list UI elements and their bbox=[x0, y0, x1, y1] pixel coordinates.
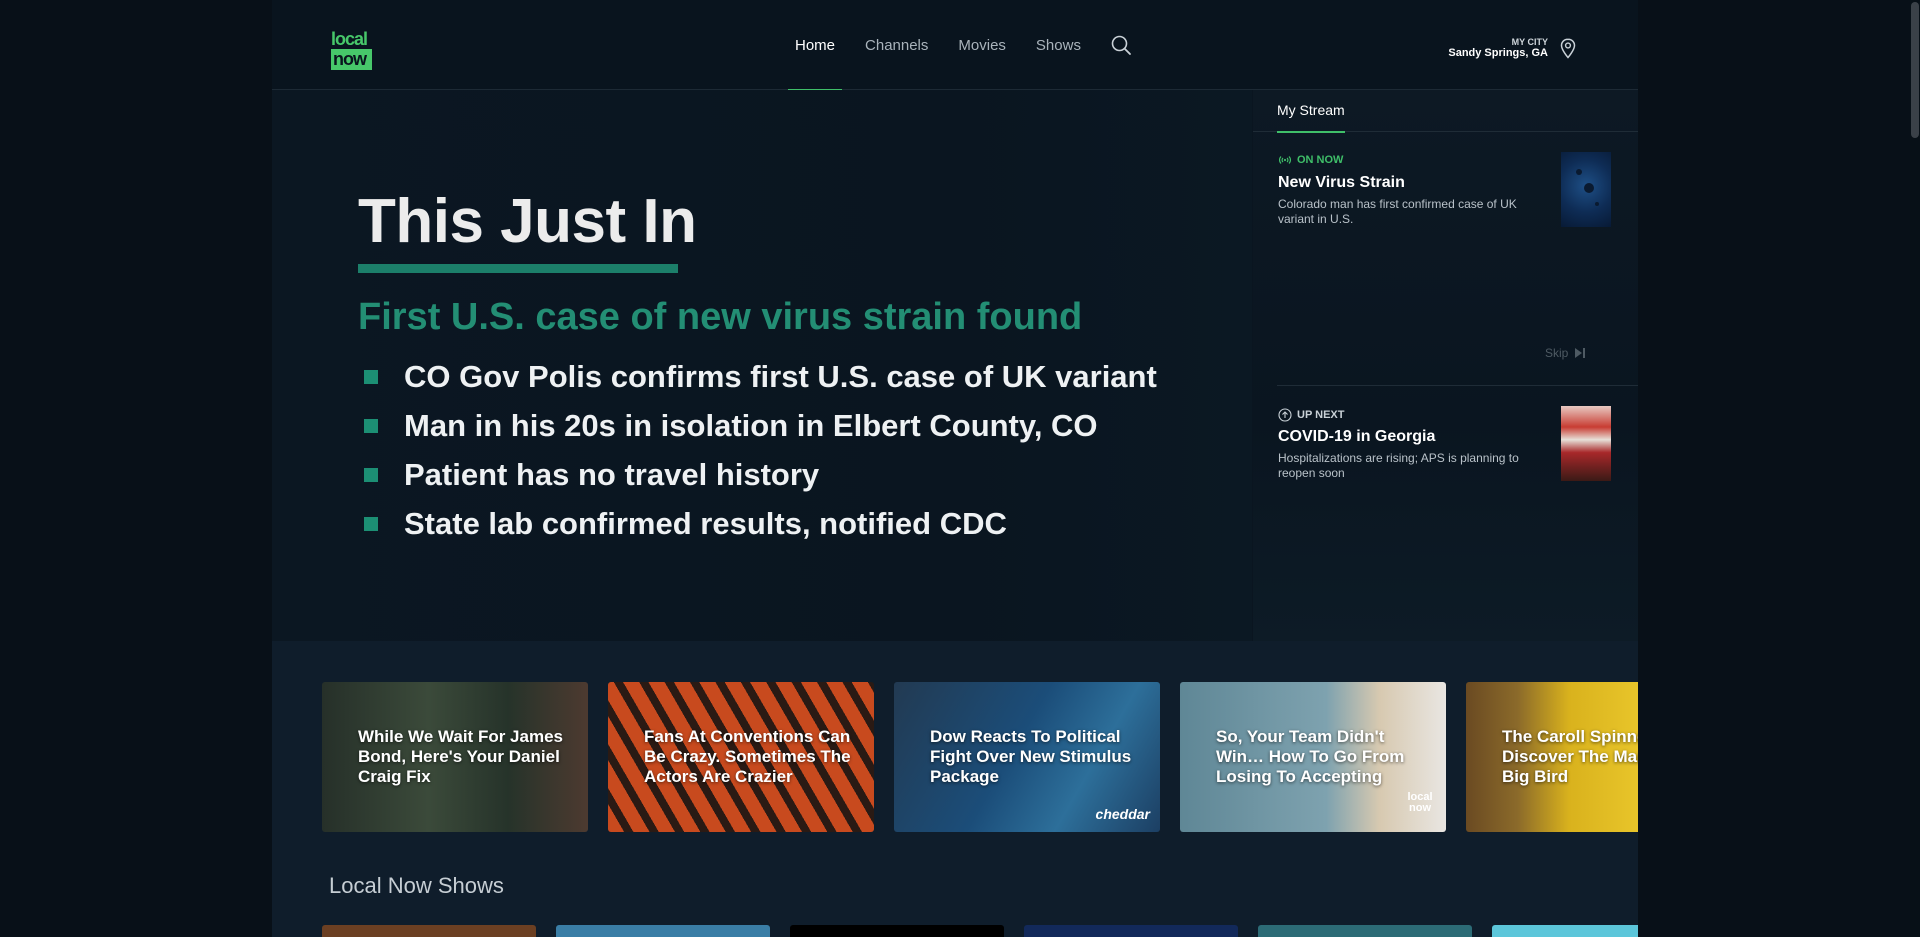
skip-button[interactable]: Skip bbox=[1545, 346, 1586, 360]
bullet-square-icon bbox=[364, 516, 378, 531]
show-card[interactable] bbox=[1492, 925, 1638, 937]
search-icon[interactable] bbox=[1110, 34, 1132, 56]
nav-movies[interactable]: Movies bbox=[951, 0, 1013, 90]
skip-label: Skip bbox=[1545, 346, 1569, 360]
logo-text-top: local bbox=[331, 29, 368, 49]
show-card[interactable] bbox=[1024, 925, 1238, 937]
city-name: Sandy Springs, GA bbox=[1448, 47, 1548, 59]
page: local now Home Channels Movies Shows MY … bbox=[272, 0, 1638, 937]
stream-thumbnail bbox=[1561, 406, 1611, 481]
promo-card[interactable]: Fans At Conventions Can Be Crazy. Someti… bbox=[608, 682, 874, 832]
hero-bullet: CO Gov Polis confirms first U.S. case of… bbox=[358, 352, 1157, 401]
show-card[interactable] bbox=[322, 925, 536, 937]
promo-title: So, Your Team Didn't Win… How To Go From… bbox=[1216, 727, 1405, 786]
skip-next-icon bbox=[1575, 348, 1586, 358]
tab-my-stream[interactable]: My Stream bbox=[1277, 90, 1345, 133]
stream-divider bbox=[1277, 385, 1638, 386]
status-text: ON NOW bbox=[1297, 154, 1344, 166]
stream-card-desc: Colorado man has first confirmed case of… bbox=[1278, 197, 1517, 226]
section-title-local-now-shows: Local Now Shows bbox=[329, 873, 504, 898]
city-label: MY CITY bbox=[1511, 37, 1548, 47]
promo-title: Fans At Conventions Can Be Crazy. Someti… bbox=[644, 727, 851, 786]
hero-bullet: Man in his 20s in isolation in Elbert Co… bbox=[358, 401, 1157, 450]
stream-card-desc: Hospitalizations are rising; APS is plan… bbox=[1278, 451, 1519, 480]
location-pin-icon[interactable] bbox=[1560, 38, 1576, 59]
hero-title-underline bbox=[358, 264, 678, 273]
featured-row: While We Wait For James Bond, Here's You… bbox=[272, 641, 1638, 937]
nav-shows[interactable]: Shows bbox=[1029, 0, 1088, 90]
local-now-logo[interactable]: local now bbox=[331, 30, 373, 70]
bullet-square-icon bbox=[364, 369, 378, 384]
promo-card[interactable]: So, Your Team Didn't Win… How To Go From… bbox=[1180, 682, 1446, 832]
local-now-badge: local now bbox=[1407, 791, 1433, 814]
promo-title: While We Wait For James Bond, Here's You… bbox=[358, 727, 563, 786]
bullet-text: Man in his 20s in isolation in Elbert Co… bbox=[404, 407, 1098, 443]
show-card[interactable] bbox=[790, 925, 1004, 937]
hero-bullet: State lab confirmed results, notified CD… bbox=[358, 499, 1157, 548]
promo-card[interactable]: The Caroll Spinney Story: Discover The M… bbox=[1466, 682, 1638, 832]
top-header: local now Home Channels Movies Shows MY … bbox=[272, 0, 1638, 91]
hero-bullet-list: CO Gov Polis confirms first U.S. case of… bbox=[358, 352, 1157, 548]
hero-bullet: Patient has no travel history bbox=[358, 450, 1157, 499]
stream-thumbnail bbox=[1561, 152, 1611, 227]
promo-title: The Caroll Spinney Story: Discover The M… bbox=[1502, 727, 1638, 786]
scrollbar-thumb[interactable] bbox=[1911, 2, 1919, 138]
bullet-text: CO Gov Polis confirms first U.S. case of… bbox=[404, 358, 1157, 394]
status-text: UP NEXT bbox=[1297, 409, 1345, 421]
hero-slide[interactable]: This Just In First U.S. case of new viru… bbox=[272, 90, 1252, 641]
promo-card[interactable]: While We Wait For James Bond, Here's You… bbox=[322, 682, 588, 832]
my-stream-panel: My Stream ON NOW New Virus Strain Colora… bbox=[1253, 90, 1638, 641]
nav-channels[interactable]: Channels bbox=[858, 0, 935, 90]
logo-text-bottom: now bbox=[331, 49, 372, 70]
show-card[interactable] bbox=[1258, 925, 1472, 937]
bullet-square-icon bbox=[364, 467, 378, 482]
up-next-status: UP NEXT bbox=[1278, 408, 1344, 422]
hero-headline: First U.S. case of new virus strain foun… bbox=[358, 296, 1083, 338]
show-card[interactable] bbox=[556, 925, 770, 937]
virus-icon bbox=[1576, 169, 1599, 206]
stream-tabbar: My Stream bbox=[1253, 90, 1638, 133]
stream-card-title: New Virus Strain bbox=[1278, 174, 1405, 191]
broadcast-icon bbox=[1279, 156, 1291, 164]
bullet-text: State lab confirmed results, notified CD… bbox=[404, 505, 1007, 541]
promo-card[interactable]: Dow Reacts To Political Fight Over New S… bbox=[894, 682, 1160, 832]
main-nav: Home Channels Movies Shows bbox=[788, 0, 1132, 91]
cheddar-logo: cheddar bbox=[1095, 806, 1150, 822]
bullet-square-icon bbox=[364, 418, 378, 433]
up-next-arrow-icon bbox=[1278, 408, 1292, 422]
bullet-text: Patient has no travel history bbox=[404, 456, 820, 492]
stream-card-title: COVID-19 in Georgia bbox=[1278, 428, 1436, 445]
on-now-status: ON NOW bbox=[1278, 154, 1343, 166]
my-city[interactable]: MY CITY Sandy Springs, GA bbox=[1448, 37, 1548, 60]
page-scrollbar[interactable] bbox=[1910, 0, 1920, 937]
nav-home[interactable]: Home bbox=[788, 0, 843, 91]
hero-title: This Just In bbox=[358, 187, 697, 256]
